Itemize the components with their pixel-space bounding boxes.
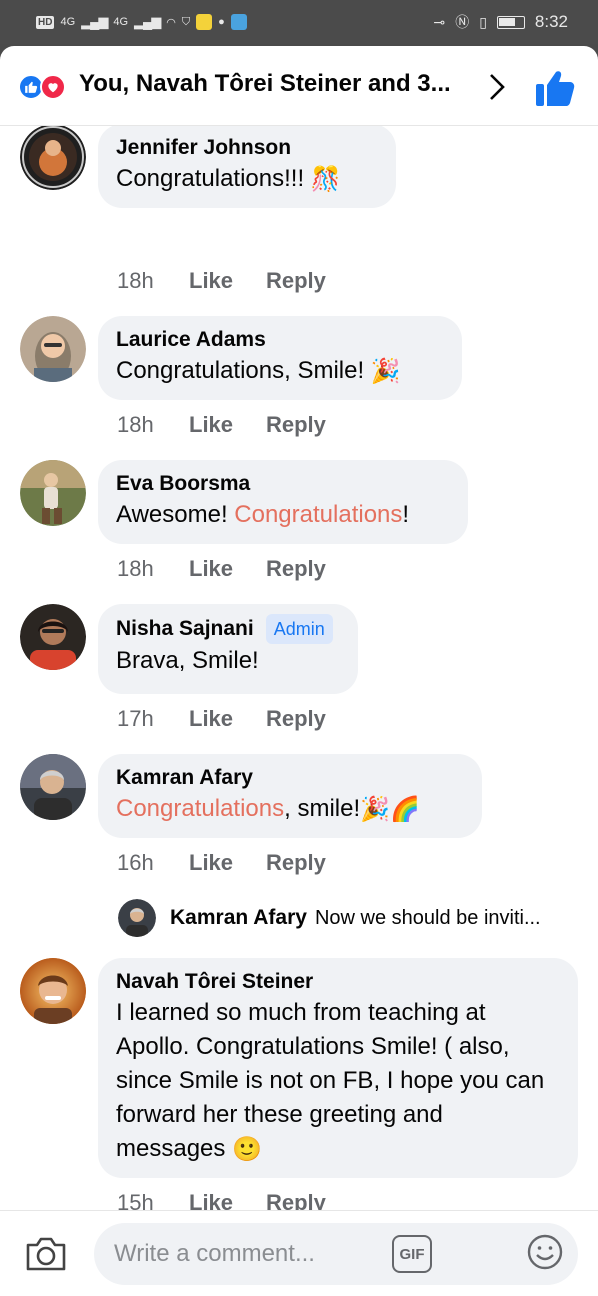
like-link[interactable]: Like [189,412,266,438]
comment-actions: 15h Like Reply [117,1190,326,1210]
comment-bubble[interactable]: Eva Boorsma Awesome! Congratulations! [98,460,468,544]
comment-text: Congratulations, Smile! 🎉 [116,354,442,389]
avatar[interactable] [20,958,86,1024]
reply-link[interactable]: Reply [266,850,326,876]
commenter-name[interactable]: Jennifer Johnson [116,134,376,162]
comment-actions: 17h Like Reply [117,706,326,732]
comment-time[interactable]: 18h [117,268,189,294]
comments-sheet: You, Navah Tôrei Steiner and 3... Jennif… [0,46,598,1296]
comment-text: I learned so much from teaching at Apoll… [116,996,558,1167]
reaction-summary[interactable] [18,74,74,100]
reply-author-name[interactable]: Kamran Afary [170,906,307,930]
emoji-icon[interactable] [526,1233,564,1271]
highlighted-word[interactable]: Congratulations [234,501,402,528]
comment-time[interactable]: 17h [117,706,189,732]
comment-time[interactable]: 18h [117,412,189,438]
comment-text: Brava, Smile! [116,647,259,674]
like-link[interactable]: Like [189,1190,266,1210]
confetti-emoji-icon: 🎊 [310,165,341,193]
clock: 8:32 [534,12,568,31]
comment-actions: 18h Like Reply [117,556,326,582]
camera-icon[interactable] [24,1233,68,1273]
status-left: HD 4G ▂▄▆ 4G ▂▄▆ ◠ ⛉ ● [36,14,247,30]
avatar[interactable] [20,460,86,526]
comment-list[interactable]: Jennifer Johnson Congratulations!!! 🎊 18… [0,126,598,1210]
reply-link[interactable]: Reply [266,412,326,438]
key-icon: ⊸ [433,13,446,30]
commenter-name[interactable]: Navah Tôrei Steiner [116,968,558,996]
app-notification-icon [196,14,213,30]
comment-input[interactable] [94,1223,578,1285]
wifi-icon: ◠ [166,16,176,29]
comment-bubble[interactable]: Jennifer Johnson Congratulations!!! 🎊 [98,126,396,208]
reply-link[interactable]: Reply [266,1190,326,1210]
reactions-header[interactable]: You, Navah Tôrei Steiner and 3... [0,46,598,126]
party-popper-emoji-icon: 🎉 [370,357,401,385]
party-rainbow-emoji-icon: 🎉🌈 [360,795,420,823]
comment-time[interactable]: 16h [117,850,189,876]
avatar[interactable] [20,754,86,820]
reply-link[interactable]: Reply [266,706,326,732]
reply-preview[interactable]: Kamran Afary Now we should be inviti... [118,898,578,938]
chevron-right-icon[interactable] [482,70,512,104]
reply-avatar[interactable] [118,899,156,937]
admin-badge: Admin [265,614,333,644]
reactors-title[interactable]: You, Navah Tôrei Steiner and 3... [79,70,471,98]
comment-text: Awesome! Congratulations! [116,501,410,528]
comment-time[interactable]: 18h [117,556,189,582]
commenter-name[interactable]: Kamran Afary [116,764,462,792]
reply-link[interactable]: Reply [266,268,326,294]
network-label-1: 4G [60,16,76,28]
comment-actions: 16h Like Reply [117,850,326,876]
like-link[interactable]: Like [189,268,266,294]
cat-icon: ● [218,16,225,28]
avatar[interactable] [20,316,86,382]
comment-actions: 18h Like Reply [117,412,326,438]
avatar[interactable] [20,126,86,190]
network-label-2: 4G [113,16,129,28]
comment-time[interactable]: 15h [117,1190,189,1210]
comment-composer: GIF [0,1210,598,1296]
status-right: ⊸ Ⓝ ▯ 8:32 [433,12,568,32]
love-reaction-icon [40,74,66,100]
battery-icon [496,15,525,29]
like-link[interactable]: Like [189,706,266,732]
reply-link[interactable]: Reply [266,556,326,582]
comment-text: Congratulations!!! 🎊 [116,162,376,197]
comment-bubble[interactable]: Nisha Sajnani Admin Brava, Smile! [98,604,358,694]
gif-button[interactable]: GIF [392,1235,432,1273]
comment-bubble[interactable]: Kamran Afary Congratulations, smile!🎉🌈 [98,754,482,838]
commenter-name[interactable]: Eva Boorsma [116,470,448,498]
comment-text: Congratulations, smile!🎉🌈 [116,792,462,827]
commenter-name[interactable]: Nisha Sajnani Admin [116,614,338,644]
commenter-name[interactable]: Laurice Adams [116,326,442,354]
reply-text[interactable]: Now we should be inviti... [315,907,541,930]
status-bar: HD 4G ▂▄▆ 4G ▂▄▆ ◠ ⛉ ● ⊸ Ⓝ ▯ 8:32 [0,0,598,44]
comment-actions: 18h Like Reply [117,268,326,294]
like-link[interactable]: Like [189,556,266,582]
smiling-face-emoji-icon: 🙂 [232,1135,262,1163]
like-button-icon[interactable] [533,68,575,108]
comment-bubble[interactable]: Laurice Adams Congratulations, Smile! 🎉 [98,316,462,400]
comment-bubble[interactable]: Navah Tôrei Steiner I learned so much fr… [98,958,578,1178]
signal-bars-2-icon: ▂▄▆ [134,14,161,29]
nfc-icon: Ⓝ [455,14,470,30]
shield-icon: ⛉ [181,15,191,28]
highlighted-word[interactable]: Congratulations [116,795,284,822]
signal-bars-icon: ▂▄▆ [81,14,108,29]
vibrate-icon: ▯ [479,13,487,30]
like-link[interactable]: Like [189,850,266,876]
hd-indicator: HD [36,15,55,29]
gallery-notification-icon [230,14,247,30]
avatar[interactable] [20,604,86,670]
